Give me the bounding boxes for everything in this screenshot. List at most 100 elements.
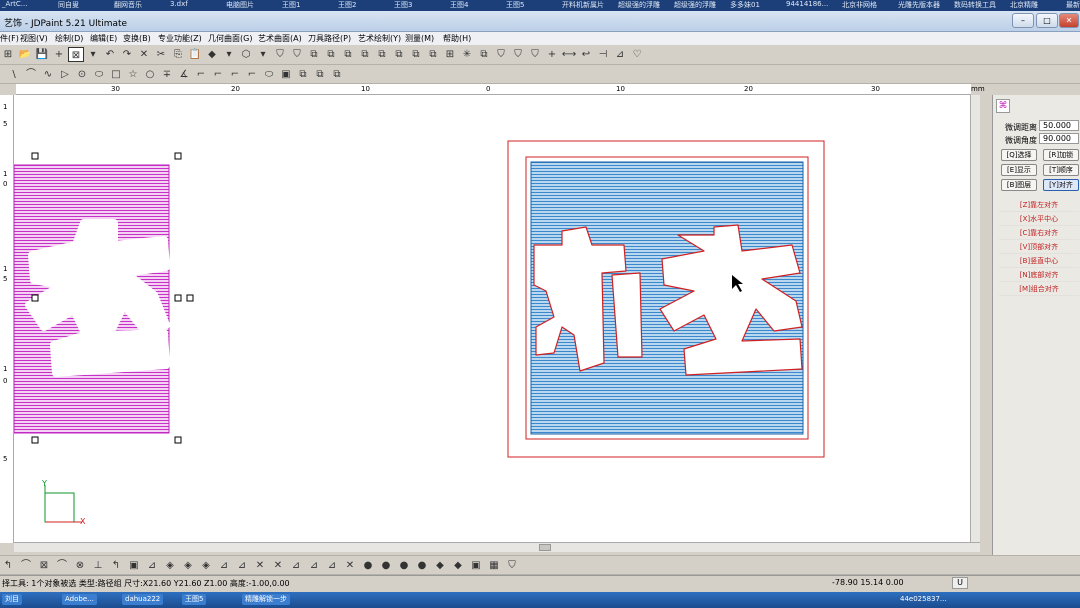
tool-button[interactable]: ⛉ <box>504 558 520 573</box>
menu-item[interactable]: 变换(B) <box>123 33 151 44</box>
tool-button[interactable]: ○ <box>142 67 158 82</box>
tool-button[interactable]: ▾ <box>255 47 271 62</box>
tool-button[interactable]: ✳ <box>459 47 475 62</box>
tool-button[interactable]: ◈ <box>180 558 196 573</box>
panel-tab-icon[interactable]: ⌘ <box>996 99 1010 113</box>
tool-button[interactable]: ⛉ <box>493 47 509 62</box>
tool-button[interactable]: ● <box>414 558 430 573</box>
tool-button[interactable]: ♡ <box>629 47 645 62</box>
tool-button[interactable]: ● <box>360 558 376 573</box>
taskbar-top-item[interactable]: 超级强的浮雕 <box>674 0 716 10</box>
tool-button[interactable]: ↰ <box>108 558 124 573</box>
maximize-button[interactable]: □ <box>1036 13 1058 28</box>
tool-button[interactable]: + <box>51 47 67 62</box>
menu-item[interactable]: 件(F) <box>0 33 19 44</box>
taskbar-item[interactable]: 精雕解锁一步 <box>242 594 290 605</box>
tool-button[interactable]: ⛉ <box>289 47 305 62</box>
tool-button[interactable]: ⧉ <box>340 47 356 62</box>
align-link[interactable]: [C]靠右对齐 <box>999 227 1079 240</box>
tool-button[interactable]: ∡ <box>176 67 192 82</box>
taskbar-top-item[interactable]: 开料机新属片 <box>562 0 604 10</box>
tool-button[interactable]: ◈ <box>162 558 178 573</box>
tool-button[interactable]: ⧉ <box>425 47 441 62</box>
tool-button[interactable]: ⛉ <box>510 47 526 62</box>
tool-button[interactable]: ⊿ <box>324 558 340 573</box>
tool-button[interactable]: □ <box>108 67 124 82</box>
tool-button[interactable]: ⧉ <box>408 47 424 62</box>
tool-button[interactable]: ⛉ <box>272 47 288 62</box>
menu-item[interactable]: 视图(V) <box>20 33 48 44</box>
align-link[interactable]: [V]顶部对齐 <box>999 241 1079 254</box>
tool-button[interactable]: ⊠ <box>68 47 84 62</box>
taskbar-top-item[interactable]: _ArtC... <box>2 0 27 8</box>
menu-item[interactable]: 测量(M) <box>405 33 434 44</box>
tool-button[interactable]: ∿ <box>40 67 56 82</box>
tool-button[interactable]: ⧉ <box>329 67 345 82</box>
taskbar-top-item[interactable]: 电脑图片 <box>226 0 254 10</box>
tool-button[interactable]: ▾ <box>85 47 101 62</box>
align-link[interactable]: [Z]靠左对齐 <box>999 199 1079 212</box>
minimize-button[interactable]: – <box>1012 13 1034 28</box>
taskbar-item[interactable]: dahua222 <box>122 594 164 605</box>
tool-button[interactable]: ↷ <box>119 47 135 62</box>
tool-button[interactable]: ⊣ <box>595 47 611 62</box>
tool-button[interactable]: ⛉ <box>527 47 543 62</box>
menu-item[interactable]: 几何曲面(G) <box>208 33 252 44</box>
menu-item[interactable]: 艺术绘制(Y) <box>358 33 401 44</box>
tool-button[interactable]: ⧉ <box>391 47 407 62</box>
tool-button[interactable]: ⊿ <box>216 558 232 573</box>
tool-button[interactable]: ⬡ <box>238 47 254 62</box>
taskbar-top-item[interactable]: 王图1 <box>282 0 300 10</box>
tool-button[interactable]: \ <box>6 67 22 82</box>
status-mode[interactable]: U <box>952 577 968 589</box>
tool-button[interactable]: ⧉ <box>306 47 322 62</box>
tool-button[interactable]: ◆ <box>432 558 448 573</box>
tool-button[interactable]: ⌐ <box>210 67 226 82</box>
tool-button[interactable]: 💾 <box>34 47 50 62</box>
taskbar-top-item[interactable]: 最新学习资料 <box>1066 0 1080 10</box>
tool-button[interactable]: ⊞ <box>442 47 458 62</box>
tool-button[interactable]: ◆ <box>204 47 220 62</box>
menu-item[interactable]: 刀具路径(P) <box>308 33 351 44</box>
taskbar-top-item[interactable]: 王图5 <box>506 0 524 10</box>
tool-button[interactable]: ⧉ <box>295 67 311 82</box>
tool-button[interactable]: ⟷ <box>561 47 577 62</box>
taskbar-top-item[interactable]: 北京非网格 <box>842 0 877 10</box>
horizontal-scrollbar[interactable] <box>14 542 980 552</box>
tool-button[interactable]: ⧉ <box>374 47 390 62</box>
tool-button[interactable]: ▣ <box>278 67 294 82</box>
menu-item[interactable]: 帮助(H) <box>443 33 471 44</box>
tool-button[interactable]: ▣ <box>468 558 484 573</box>
drawing-canvas[interactable]: Y X <box>14 95 970 542</box>
taskbar-top-item[interactable]: 多多妹01 <box>730 0 760 10</box>
tool-button[interactable]: ⬭ <box>261 67 277 82</box>
tool-button[interactable]: ✕ <box>252 558 268 573</box>
taskbar-top-item[interactable]: 光雕先版本器 <box>898 0 940 10</box>
tool-button[interactable]: ⌒ <box>18 558 34 573</box>
taskbar-top-item[interactable]: 同自叟 <box>58 0 79 10</box>
panel-button[interactable]: [Y]对齐 <box>1043 179 1079 191</box>
tool-button[interactable]: ⧉ <box>323 47 339 62</box>
taskbar-top-item[interactable]: 超级强的浮雕 <box>618 0 660 10</box>
menu-item[interactable]: 专业功能(Z) <box>158 33 202 44</box>
menu-item[interactable]: 艺术曲面(A) <box>258 33 302 44</box>
tool-button[interactable]: ∓ <box>159 67 175 82</box>
menu-item[interactable]: 编辑(E) <box>90 33 117 44</box>
tool-button[interactable]: ✕ <box>136 47 152 62</box>
fine-angle-field[interactable]: 90.000 <box>1039 133 1079 144</box>
tool-button[interactable]: 📂 <box>17 47 33 62</box>
tool-button[interactable]: ▾ <box>221 47 237 62</box>
tool-button[interactable]: ↶ <box>102 47 118 62</box>
tool-button[interactable]: ⊠ <box>36 558 52 573</box>
tool-button[interactable]: ↰ <box>0 558 16 573</box>
tool-button[interactable]: ⧉ <box>357 47 373 62</box>
tool-button[interactable]: ⧉ <box>312 67 328 82</box>
taskbar-top-item[interactable]: 翻网音乐 <box>114 0 142 10</box>
taskbar-top-item[interactable]: 北京精雕 <box>1010 0 1038 10</box>
tool-button[interactable]: ✕ <box>342 558 358 573</box>
tool-button[interactable]: ✕ <box>270 558 286 573</box>
tool-button[interactable]: ⊞ <box>0 47 16 62</box>
tool-button[interactable]: ✂ <box>153 47 169 62</box>
align-link[interactable]: [B]竖直中心 <box>999 255 1079 268</box>
tool-button[interactable]: ⌒ <box>23 67 39 82</box>
